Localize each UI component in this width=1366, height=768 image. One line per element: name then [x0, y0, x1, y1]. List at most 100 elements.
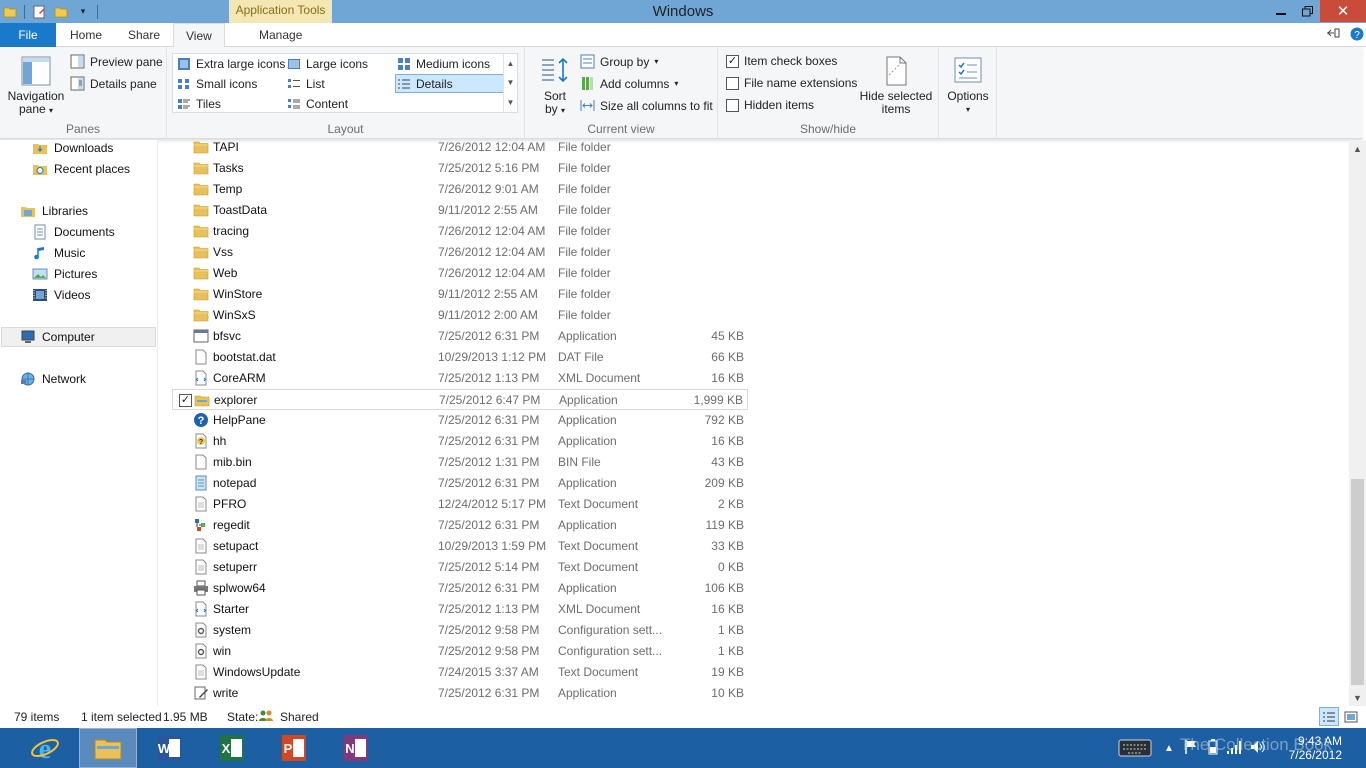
nav-item-libraries[interactable]: Libraries: [20, 201, 88, 221]
taskbar-powerpoint[interactable]: P: [265, 728, 323, 768]
touch-keyboard-icon[interactable]: [1118, 736, 1152, 761]
layout-details[interactable]: Details: [397, 77, 453, 91]
layout-small-icons[interactable]: Small icons: [177, 77, 257, 91]
nav-item-recent-places[interactable]: Recent places: [32, 159, 130, 179]
file-row[interactable]: Vss 7/26/2012 12:04 AM File folder: [172, 242, 748, 263]
state-value: Shared: [280, 710, 319, 724]
file-row[interactable]: WindowsUpdate 7/24/2015 3:37 AM Text Docum…: [172, 662, 748, 683]
file-type: File folder: [558, 245, 611, 259]
file-row[interactable]: Tasks 7/25/2012 5:16 PM File folder: [172, 158, 748, 179]
file-name-extensions-checkbox[interactable]: [726, 76, 739, 90]
hidden-items-checkbox[interactable]: [726, 98, 739, 112]
small-icons-icon: [178, 79, 189, 89]
regedit-icon: [193, 517, 209, 533]
tab-share[interactable]: Share: [116, 23, 172, 47]
scroll-down-arrow-icon[interactable]: ▼: [1349, 689, 1366, 706]
taskbar-excel[interactable]: X: [203, 728, 261, 768]
file-row[interactable]: system 7/25/2012 9:58 PM Configuration set…: [172, 620, 748, 641]
scroll-down-icon[interactable]: ▼: [507, 78, 515, 87]
size-all-columns-button[interactable]: Size all columns to fit: [580, 98, 713, 113]
options-button[interactable]: Options ▾: [941, 55, 995, 116]
layout-tiles[interactable]: Tiles: [177, 97, 221, 111]
file-row[interactable]: Starter 7/25/2012 1:13 PM XML Document 16 K…: [172, 599, 748, 620]
file-row[interactable]: Temp 7/26/2012 9:01 AM File folder: [172, 179, 748, 200]
file-row[interactable]: regedit 7/25/2012 6:31 PM Application 119 K…: [172, 515, 748, 536]
nav-item-network[interactable]: Network: [20, 369, 86, 389]
file-row[interactable]: mib.bin 7/25/2012 1:31 PM BIN File 43 KB: [172, 452, 748, 473]
customize-toolbar-icon[interactable]: ▾: [75, 4, 91, 20]
nav-item-downloads[interactable]: Downloads: [32, 138, 113, 158]
layout-list[interactable]: List: [287, 77, 325, 91]
file-row[interactable]: ToastData 9/11/2012 2:55 AM File folder: [172, 200, 748, 221]
file-row[interactable]: win 7/25/2012 9:58 PM Configuration sett..…: [172, 641, 748, 662]
taskbar-file-explorer[interactable]: [79, 728, 137, 768]
details-view-button[interactable]: [1319, 707, 1339, 726]
scroll-up-icon[interactable]: ▲: [507, 59, 515, 68]
file-row[interactable]: TAPI 7/26/2012 12:04 AM File folder: [172, 137, 748, 158]
show-hidden-icons-icon[interactable]: ▲: [1164, 743, 1174, 754]
file-row[interactable]: bfsvc 7/25/2012 6:31 PM Application 45 KB: [172, 326, 748, 347]
minimize-ribbon-icon[interactable]: [1326, 27, 1340, 42]
file-row[interactable]: bootstat.dat 10/29/2013 1:12 PM DAT File 66…: [172, 347, 748, 368]
file-type: File folder: [558, 203, 611, 217]
taskbar-onenote[interactable]: N: [327, 728, 385, 768]
item-check-boxes-toggle[interactable]: ✓ Item check boxes: [726, 54, 837, 68]
nav-item-documents[interactable]: Documents: [32, 222, 115, 242]
help-icon[interactable]: ?: [1350, 27, 1364, 44]
layout-large-icons[interactable]: Large icons: [287, 57, 368, 71]
restore-button[interactable]: [1294, 0, 1320, 22]
layout-medium-icons[interactable]: Medium icons: [397, 57, 490, 71]
add-columns-button[interactable]: Add columns ▾: [580, 76, 678, 91]
minimize-button[interactable]: [1268, 0, 1294, 22]
file-row[interactable]: Web 7/26/2012 12:04 AM File folder: [172, 263, 748, 284]
file-row[interactable]: CoreARM 7/25/2012 1:13 PM XML Document 16 K…: [172, 368, 748, 389]
content-icon: [288, 99, 300, 109]
hidden-items-toggle[interactable]: Hidden items: [726, 98, 814, 112]
new-folder-icon[interactable]: [53, 4, 69, 20]
close-button[interactable]: ✕: [1320, 0, 1366, 22]
layout-content[interactable]: Content: [287, 97, 348, 111]
nav-item-computer[interactable]: Computer: [1, 327, 156, 347]
file-row[interactable]: splwow64 7/25/2012 6:31 PM Application 106 …: [172, 578, 748, 599]
group-by-button[interactable]: Group by ▾: [580, 54, 658, 69]
file-row[interactable]: WinStore 9/11/2012 2:55 AM File folder: [172, 284, 748, 305]
nav-item-label: Libraries: [42, 204, 89, 218]
file-row[interactable]: write 7/25/2012 6:31 PM Application 10 KB: [172, 683, 748, 704]
file-row[interactable]: ✓ explorer 7/25/2012 6:47 PM Application 1,9…: [172, 389, 748, 410]
preview-pane-button[interactable]: Preview pane: [70, 54, 163, 69]
details-pane-button[interactable]: Details pane: [70, 76, 157, 91]
file-name-extensions-toggle[interactable]: File name extensions: [726, 76, 857, 90]
hide-selected-items-button[interactable]: Hide selected items: [856, 55, 936, 116]
file-list-scrollbar[interactable]: ▲ ▼: [1349, 140, 1366, 706]
layout-extra-large-icons[interactable]: Extra large icons: [177, 57, 285, 71]
scroll-up-arrow-icon[interactable]: ▲: [1349, 140, 1366, 157]
item-checkbox[interactable]: ✓: [179, 394, 192, 407]
file-row[interactable]: setuperr 7/25/2012 5:14 PM Text Document 0 …: [172, 557, 748, 578]
taskbar-word[interactable]: W: [141, 728, 199, 768]
tab-home[interactable]: Home: [58, 23, 114, 47]
nav-item-music[interactable]: Music: [32, 243, 85, 263]
sort-by-button[interactable]: Sort by ▾: [533, 55, 577, 117]
navigation-pane-button[interactable]: Navigation pane ▾: [6, 55, 66, 117]
tab-manage[interactable]: Manage: [247, 23, 314, 47]
file-row[interactable]: WinSxS 9/11/2012 2:00 AM File folder: [172, 305, 748, 326]
file-row[interactable]: tracing 7/26/2012 12:04 AM File folder: [172, 221, 748, 242]
large-icons-view-button[interactable]: [1341, 707, 1361, 726]
file-row[interactable]: setupact 10/29/2013 1:59 PM Text Document 3…: [172, 536, 748, 557]
file-row[interactable]: notepad 7/25/2012 6:31 PM Application 209 K…: [172, 473, 748, 494]
text-document-icon: [193, 538, 209, 554]
details-view-icon: [1323, 712, 1335, 721]
nav-item-videos[interactable]: Videos: [32, 285, 90, 305]
file-row[interactable]: PFRO 12/24/2012 5:17 PM Text Document 2 KB: [172, 494, 748, 515]
properties-icon[interactable]: [31, 4, 47, 20]
tab-view[interactable]: View: [173, 23, 225, 48]
file-row[interactable]: ? hh 7/25/2012 6:31 PM Application 16 KB: [172, 431, 748, 452]
file-row[interactable]: ? HelpPane 7/25/2012 6:31 PM Application 792…: [172, 410, 748, 431]
item-check-boxes-checkbox[interactable]: ✓: [726, 54, 739, 68]
tab-file[interactable]: File: [0, 23, 56, 47]
scrollbar-thumb[interactable]: [1351, 479, 1364, 685]
taskbar-internet-explorer[interactable]: e: [16, 728, 74, 768]
more-icon[interactable]: ▼: [507, 98, 515, 107]
nav-item-pictures[interactable]: Pictures: [32, 264, 97, 284]
large-icons-label: Large icons: [306, 57, 369, 71]
